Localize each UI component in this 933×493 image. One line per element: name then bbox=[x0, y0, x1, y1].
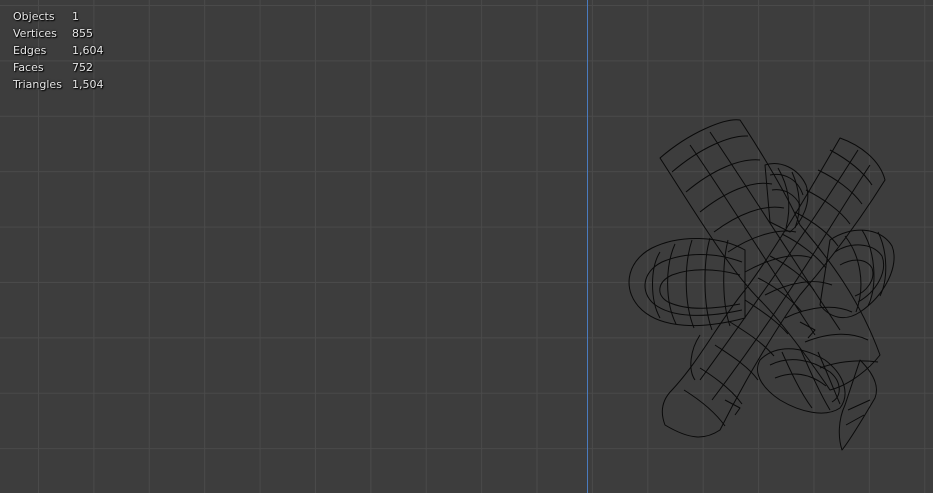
3d-viewport[interactable]: Objects 1 Vertices 855 Edges 1,604 Faces… bbox=[0, 0, 933, 493]
band-b bbox=[661, 137, 886, 438]
wireframe-mesh-icon[interactable] bbox=[0, 0, 933, 493]
left-bulb bbox=[628, 237, 746, 331]
bottom-bulb bbox=[757, 347, 846, 414]
